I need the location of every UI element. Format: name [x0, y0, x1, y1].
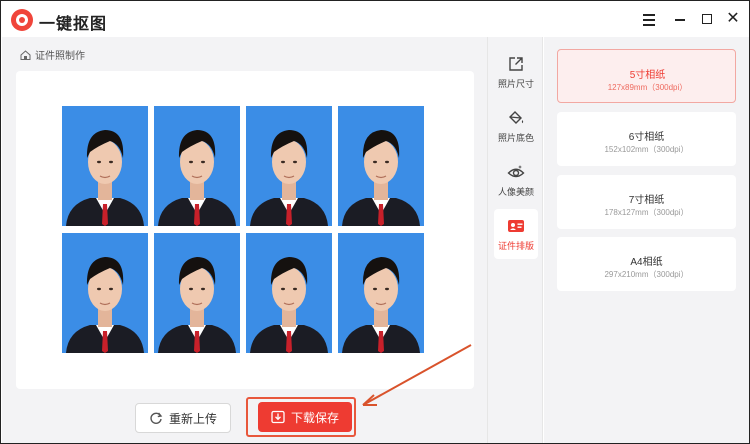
- tool-label: 证件排版: [497, 241, 534, 251]
- app-title: 一键抠图: [39, 16, 108, 33]
- paper-size-name: 6寸相纸: [628, 132, 665, 143]
- paint-bucket-icon: [509, 111, 524, 124]
- download-button[interactable]: 下载保存: [258, 402, 352, 432]
- home-icon: [20, 49, 31, 60]
- eye-icon: [507, 165, 525, 178]
- reupload-label: 重新上传: [168, 411, 217, 426]
- paper-size-name: A4相纸: [630, 257, 663, 268]
- paper-size-panel: 5寸相纸 127x89mm（300dpi） 6寸相纸 152x102mm（300…: [544, 37, 749, 443]
- title-bar: 一键抠图 ✕: [1, 1, 749, 37]
- paper-size-option[interactable]: 6寸相纸 152x102mm（300dpi）: [557, 112, 736, 166]
- paper-size-option[interactable]: A4相纸 297x210mm（300dpi）: [557, 237, 736, 291]
- photo-grid: [62, 106, 426, 355]
- reupload-button[interactable]: 重新上传: [135, 403, 231, 433]
- paper-size-dimensions: 178x127mm（300dpi）: [604, 208, 689, 217]
- paper-size-option[interactable]: 7寸相纸 178x127mm（300dpi）: [557, 175, 736, 229]
- tool-label: 照片尺寸: [497, 79, 534, 89]
- paper-size-dimensions: 297x210mm（300dpi）: [604, 270, 689, 279]
- tool-label: 人像美颜: [497, 187, 534, 197]
- paper-size-name: 5寸相纸: [629, 70, 666, 81]
- paper-size-dimensions: 152x102mm（300dpi）: [604, 145, 689, 154]
- paper-size-name: 7寸相纸: [628, 195, 665, 206]
- id-photo: [338, 106, 424, 226]
- paper-size-option[interactable]: 5寸相纸 127x89mm（300dpi）: [557, 49, 736, 103]
- id-photo: [246, 106, 332, 226]
- preview-panel: 证件照制作 重新上传 下载保存: [2, 37, 487, 443]
- tool-sidebar: 照片尺寸 照片底色 人像美颜 证件排版: [487, 37, 543, 443]
- id-photo: [154, 106, 240, 226]
- app-window: 一键抠图 ✕ 证件照制作 重新上传 下载保存 照片尺寸 照片底色 人像美颜 证件…: [0, 0, 750, 444]
- tool-label: 照片底色: [497, 133, 534, 143]
- id-photo: [246, 233, 332, 353]
- id-card-icon: [508, 220, 524, 232]
- app-logo: [11, 9, 33, 31]
- id-photo: [62, 233, 148, 353]
- export-icon: [509, 57, 523, 71]
- menu-icon[interactable]: [639, 9, 659, 29]
- breadcrumb[interactable]: 证件照制作: [20, 47, 85, 62]
- layout-canvas: [16, 71, 474, 389]
- minimize-icon[interactable]: [671, 9, 691, 29]
- download-label: 下载保存: [290, 410, 339, 425]
- tool-id-layout[interactable]: 证件排版: [494, 209, 538, 259]
- maximize-icon[interactable]: [697, 9, 717, 29]
- id-photo: [62, 106, 148, 226]
- breadcrumb-label: 证件照制作: [35, 51, 85, 62]
- id-photo: [154, 233, 240, 353]
- refresh-icon: [150, 412, 163, 424]
- tool-background-color[interactable]: 照片底色: [494, 101, 538, 151]
- tool-beauty[interactable]: 人像美颜: [494, 155, 538, 205]
- paper-size-dimensions: 127x89mm（300dpi）: [607, 83, 688, 92]
- download-icon: [271, 410, 285, 424]
- close-icon[interactable]: ✕: [723, 9, 743, 29]
- tool-photo-size[interactable]: 照片尺寸: [494, 47, 538, 97]
- id-photo: [338, 233, 424, 353]
